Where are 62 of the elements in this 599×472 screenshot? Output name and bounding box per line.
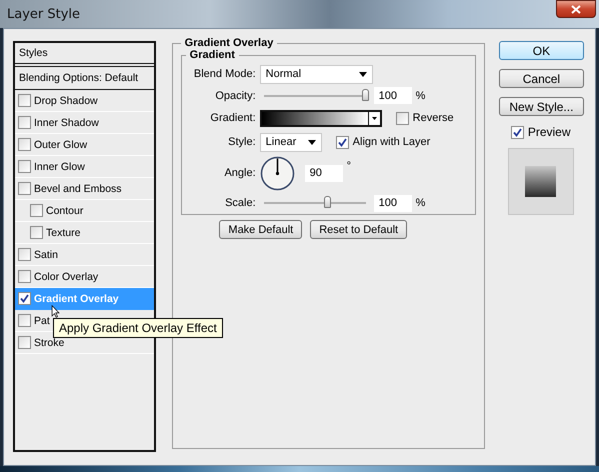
style-list-item[interactable]: Inner Shadow: [15, 112, 154, 134]
checkbox[interactable]: [336, 136, 349, 148]
checkbox[interactable]: [30, 226, 43, 239]
checkbox[interactable]: [18, 138, 31, 151]
close-icon: [571, 4, 581, 14]
style-dropdown[interactable]: Linear: [260, 132, 322, 152]
default-button[interactable]: Make Default: [219, 220, 302, 239]
checkbox[interactable]: [18, 270, 31, 283]
dropdown-arrow-icon: [372, 116, 377, 120]
style-list-item[interactable]: Inner Glow: [15, 156, 154, 178]
checkbox[interactable]: [18, 160, 31, 173]
angle-field[interactable]: 90: [304, 164, 343, 182]
checkbox-label: Reverse: [412, 112, 454, 124]
angle-dial[interactable]: [260, 156, 295, 190]
checkbox[interactable]: [18, 182, 31, 195]
cursor-icon: [51, 305, 60, 318]
group-title: Gradient Overlay: [184, 37, 274, 49]
styles-header[interactable]: Styles: [15, 43, 154, 67]
field-label: Style:: [227, 136, 256, 148]
style-list-item[interactable]: Contour: [15, 200, 154, 222]
dialog-button[interactable]: OK: [498, 41, 584, 60]
slider-thumb[interactable]: [362, 88, 369, 100]
checkbox[interactable]: [396, 112, 409, 124]
tooltip: Apply Gradient Overlay Effect: [53, 318, 223, 338]
style-list-item[interactable]: Satin: [15, 244, 154, 266]
checkbox[interactable]: [18, 116, 31, 129]
field-label: Blend Mode:: [192, 68, 256, 80]
unit-label: %: [416, 90, 426, 102]
preview-swatch: [525, 166, 556, 197]
checkbox-label: Align with Layer: [352, 136, 430, 148]
blend-mode-dropdown[interactable]: Normal: [260, 64, 373, 84]
unit-label: %: [416, 197, 426, 209]
style-list-item[interactable]: Drop Shadow: [15, 90, 154, 112]
dropdown-arrow-icon: [358, 72, 367, 76]
blending-options-item[interactable]: Blending Options: Default: [15, 67, 154, 90]
scale-field[interactable]: 100: [374, 194, 412, 212]
checkbox[interactable]: [18, 314, 31, 327]
checkbox[interactable]: [510, 126, 524, 138]
window-title: Layer Style: [7, 6, 80, 22]
checkbox[interactable]: [18, 336, 31, 349]
checkbox[interactable]: [18, 292, 31, 305]
dialog-button[interactable]: Cancel: [498, 69, 584, 88]
checkbox[interactable]: [30, 204, 43, 217]
opacity-field[interactable]: 100: [374, 87, 412, 104]
dialog-button[interactable]: New Style...: [498, 97, 584, 116]
group-title: Gradient: [188, 49, 236, 61]
gradient-picker[interactable]: [260, 110, 382, 126]
style-list-item[interactable]: Texture: [15, 222, 154, 244]
unit-label: °: [346, 160, 352, 172]
checkbox[interactable]: [18, 94, 31, 107]
default-button[interactable]: Reset to Default: [310, 220, 408, 239]
style-list-item[interactable]: Outer Glow: [15, 134, 154, 156]
field-label: Angle:: [223, 167, 256, 179]
field-label: Opacity:: [214, 90, 256, 102]
dropdown-arrow-icon: [308, 140, 316, 144]
slider-thumb[interactable]: [324, 196, 331, 208]
style-list-item[interactable]: Bevel and Emboss: [15, 178, 154, 200]
checkbox[interactable]: [18, 248, 31, 261]
field-label: Gradient:: [209, 112, 256, 124]
checkbox-label: Preview: [528, 125, 571, 139]
close-button[interactable]: [556, 0, 596, 18]
field-label: Scale:: [224, 197, 256, 209]
